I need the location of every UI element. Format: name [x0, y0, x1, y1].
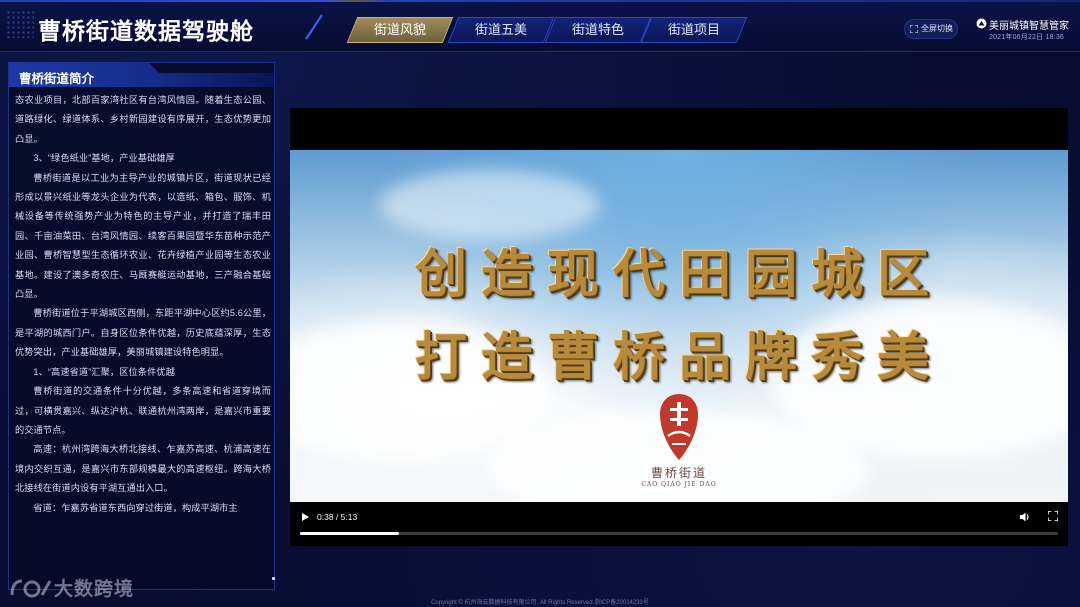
watermark: 大数跨境	[8, 574, 134, 600]
video-slogan-line1: 创造现代田园城区	[414, 244, 943, 305]
play-icon[interactable]	[302, 513, 309, 521]
scrollbar-thumb[interactable]	[272, 577, 275, 580]
watermark-text: 大数跨境	[54, 579, 135, 600]
video-time: 0:38 / 5:13	[317, 512, 358, 522]
dashboard-page: 曹桥街道数据驾驶舱 街道风貌 街道五美 街道特色 街道项目 全屏切换 美丽城镇智…	[0, 0, 1080, 607]
video-player[interactable]: 创造现代田园城区 打造曹桥品牌秀美 曹桥街道 CAO QIAO JIE DAO …	[290, 108, 1068, 546]
caoqiao-seal-logo	[660, 394, 698, 460]
header-dot-pattern	[6, 10, 34, 38]
panel-header: 曹桥街道简介	[9, 63, 274, 87]
cloud-decoration	[380, 170, 600, 240]
title-slash-decoration	[305, 14, 323, 40]
tab-street-five-beauties[interactable]: 街道五美	[447, 17, 555, 43]
fullscreen-toggle-button[interactable]: 全屏切换	[904, 19, 958, 39]
tab-label: 街道风貌	[373, 22, 426, 37]
video-slogan-line2: 打造曹桥品牌秀美	[414, 327, 943, 388]
header-top-line	[0, 0, 1080, 2]
intro-paragraph: 曹桥街道的交通条件十分优越，多条高速和省道穿境而过，可横贯嘉兴、纵达沪杭、联通杭…	[15, 386, 271, 435]
brand-name: 美丽城镇智慧管家	[989, 21, 1069, 32]
footer-copyright: Copyright © 杭州海云数据科技有限公司. All Rights Res…	[431, 600, 649, 606]
fullscreen-icon	[910, 25, 918, 33]
intro-paragraph: 曹桥街道位于平湖城区西侧，东距平湖中心区约5.6公里，是平湖的城西门户。自身区位…	[15, 308, 271, 358]
tab-label: 街道项目	[667, 22, 720, 37]
brand-icon	[976, 18, 987, 29]
header: 曹桥街道数据驾驶舱 街道风貌 街道五美 街道特色 街道项目 全屏切换 美丽城镇智…	[0, 0, 1080, 52]
tab-street-projects[interactable]: 街道项目	[640, 17, 748, 43]
intro-paragraph: 态农业项目，北部百家湾社区有台湾风情园。随着生态公园、道路绿化、绿道体系、乡村新…	[15, 95, 271, 144]
video-progress-fill	[300, 532, 399, 535]
panel-title: 曹桥街道简介	[19, 72, 95, 86]
logo-name: 曹桥街道	[650, 466, 707, 480]
datetime: 2021年06月22日 18:36	[989, 34, 1065, 41]
fullscreen-video-icon[interactable]	[1048, 511, 1058, 521]
panel-body[interactable]: 态农业项目，北部百家湾社区有台湾风情园。随着生态公园、道路绿化、绿道体系、乡村新…	[15, 91, 271, 585]
intro-heading: 3、“绿色纸业”基地，产业基础雄厚	[33, 153, 175, 164]
video-frame[interactable]: 创造现代田园城区 打造曹桥品牌秀美 曹桥街道 CAO QIAO JIE DAO	[290, 150, 1068, 502]
video-controls: 0:38 / 5:13	[290, 504, 1068, 546]
tab-label: 街道特色	[571, 22, 624, 37]
brand: 美丽城镇智慧管家	[976, 17, 1069, 32]
tab-street-scenery[interactable]: 街道风貌	[346, 17, 454, 43]
volume-icon[interactable]	[1019, 511, 1031, 523]
logo-pinyin: CAO QIAO JIE DAO	[641, 481, 717, 488]
tab-label: 街道五美	[474, 22, 527, 37]
fullscreen-label: 全屏切换	[921, 24, 953, 33]
intro-paragraph: 曹桥街道是以工业为主导产业的城镇片区，街道现状已经形成以景兴纸业等龙头企业为代表…	[15, 172, 271, 300]
intro-paragraph: 省道：乍嘉苏省道东西向穿过街道，构成平湖市主	[33, 502, 238, 513]
video-progress-bar[interactable]	[300, 532, 1058, 535]
page-title: 曹桥街道数据驾驶舱	[38, 18, 254, 44]
intro-panel: 曹桥街道简介 态农业项目，北部百家湾社区有台湾风情园。随着生态公园、道路绿化、绿…	[8, 62, 275, 590]
watermark-logo-icon	[10, 579, 52, 598]
intro-heading: 1、“高速省道”汇聚，区位条件优越	[33, 366, 175, 377]
tab-street-features[interactable]: 街道特色	[544, 17, 652, 43]
intro-paragraph: 高速：杭州湾跨海大桥北接线、乍嘉苏高速、杭浦高速在境内交织互通，是嘉兴市东部规模…	[15, 444, 271, 494]
